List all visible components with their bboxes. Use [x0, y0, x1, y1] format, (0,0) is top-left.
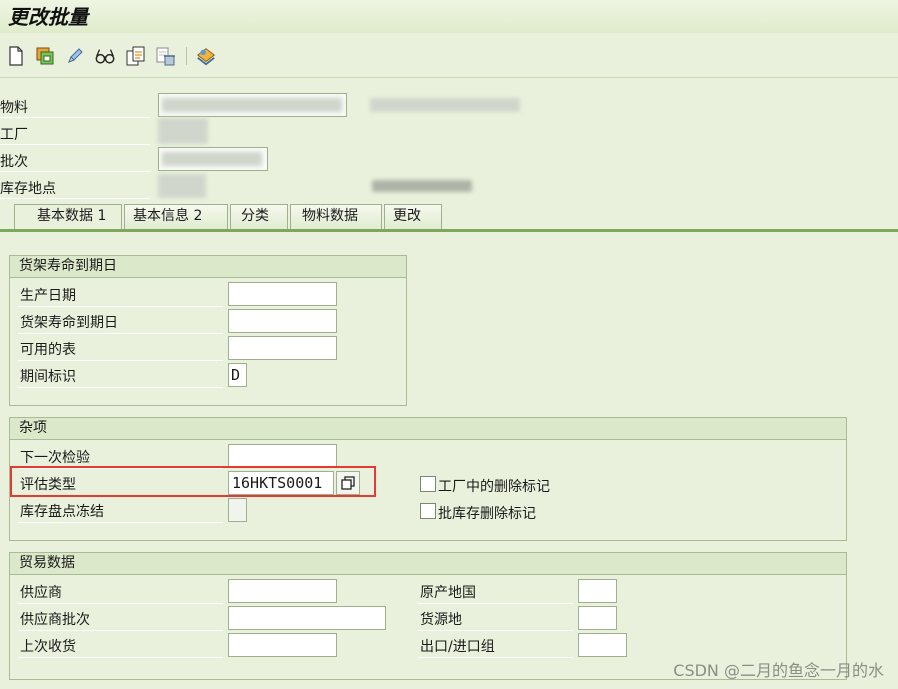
vendor-batch-label: 供应商批次: [20, 612, 90, 628]
region-of-origin-underline: [418, 630, 573, 631]
period-indicator-label: 期间标识: [20, 369, 76, 385]
material-label: 物料: [0, 100, 28, 116]
trade-data-group-title: 贸易数据: [10, 553, 846, 575]
watermark: CSDN @二月的鱼念一月的水: [673, 661, 884, 680]
plant-deletion-label: 工厂中的删除标记: [438, 479, 550, 495]
stock-freeze-input[interactable]: [228, 498, 247, 522]
last-gr-label: 上次收货: [20, 639, 76, 655]
vendor-label: 供应商: [20, 585, 62, 601]
export-import-group-label: 出口/进口组: [420, 639, 495, 655]
batch-deletion-checkbox[interactable]: [420, 503, 436, 519]
tab-label: 物料数据: [302, 208, 358, 224]
edit-pencil-icon[interactable]: [64, 45, 86, 67]
display-glasses-icon[interactable]: [94, 45, 116, 67]
country-of-origin-input[interactable]: [578, 579, 617, 603]
plant-underline: [0, 144, 150, 145]
tab-classification[interactable]: 分类: [230, 204, 288, 229]
storage-location-underline: [0, 198, 150, 199]
next-inspection-label: 下一次检验: [20, 450, 90, 466]
tab-label: 基本信息 2: [133, 208, 203, 224]
batch-field[interactable]: [158, 147, 268, 171]
last-gr-underline: [18, 657, 223, 658]
page-title: 更改批量: [8, 5, 88, 29]
period-indicator-input[interactable]: D: [228, 363, 247, 387]
export-import-group-underline: [418, 657, 573, 658]
region-of-origin-label: 货源地: [420, 612, 462, 628]
plant-deletion-checkbox[interactable]: [420, 476, 436, 492]
batch-label: 批次: [0, 154, 28, 170]
available-underline: [18, 360, 223, 361]
available-label: 可用的表: [20, 342, 76, 358]
vendor-underline: [18, 603, 223, 604]
shelf-life-group-title: 货架寿命到期日: [10, 256, 406, 278]
new-document-icon[interactable]: [5, 45, 27, 67]
stock-freeze-underline: [18, 522, 223, 523]
production-date-label: 生产日期: [20, 288, 76, 304]
highlight-box: [10, 466, 376, 497]
period-indicator-underline: [18, 387, 223, 388]
tab-label: 基本数据 1: [37, 208, 107, 224]
storage-location-label: 库存地点: [0, 181, 56, 197]
storage-location-description-blurred: [372, 180, 472, 192]
tab-basic-data-1[interactable]: 基本数据 1: [14, 204, 122, 229]
tab-label: 更改: [393, 208, 421, 224]
region-of-origin-input[interactable]: [578, 606, 617, 630]
tab-changes[interactable]: 更改: [384, 204, 442, 229]
available-input[interactable]: [228, 336, 337, 360]
tab-label: 分类: [241, 208, 269, 224]
next-inspection-input[interactable]: [228, 444, 337, 468]
tab-underline: [0, 229, 898, 232]
country-of-origin-label: 原产地国: [420, 585, 476, 601]
material-field[interactable]: [158, 93, 347, 117]
plant-field-blurred[interactable]: [158, 118, 208, 144]
tab-basic-info-2[interactable]: 基本信息 2: [124, 204, 228, 229]
vendor-batch-input[interactable]: [228, 606, 386, 630]
tab-material-data[interactable]: 物料数据: [290, 204, 382, 229]
export-import-group-input[interactable]: [578, 633, 627, 657]
copy-icon[interactable]: [125, 45, 147, 67]
vendor-batch-underline: [18, 630, 223, 631]
plant-label: 工厂: [0, 127, 28, 143]
classification-icon[interactable]: [195, 45, 217, 67]
delete-icon[interactable]: [155, 45, 177, 67]
vendor-input[interactable]: [228, 579, 337, 603]
change-icon[interactable]: [34, 45, 56, 67]
sled-input[interactable]: [228, 309, 337, 333]
storage-location-field-blurred[interactable]: [158, 174, 206, 198]
material-description-blurred: [370, 98, 520, 112]
misc-group-title: 杂项: [10, 418, 846, 440]
toolbar-separator: [186, 47, 187, 65]
country-of-origin-underline: [418, 603, 573, 604]
last-gr-input[interactable]: [228, 633, 337, 657]
stock-freeze-label: 库存盘点冻结: [20, 504, 104, 520]
production-date-underline: [18, 306, 223, 307]
tab-strip: 基本数据 1 基本信息 2 分类 物料数据 更改: [0, 203, 898, 229]
sled-label: 货架寿命到期日: [20, 315, 118, 331]
title-bar: 更改批量: [0, 0, 898, 33]
production-date-input[interactable]: [228, 282, 337, 306]
batch-underline: [0, 171, 150, 172]
sled-underline: [18, 333, 223, 334]
application-toolbar: [0, 38, 898, 78]
batch-deletion-label: 批库存删除标记: [438, 506, 536, 522]
material-underline: [0, 117, 150, 118]
